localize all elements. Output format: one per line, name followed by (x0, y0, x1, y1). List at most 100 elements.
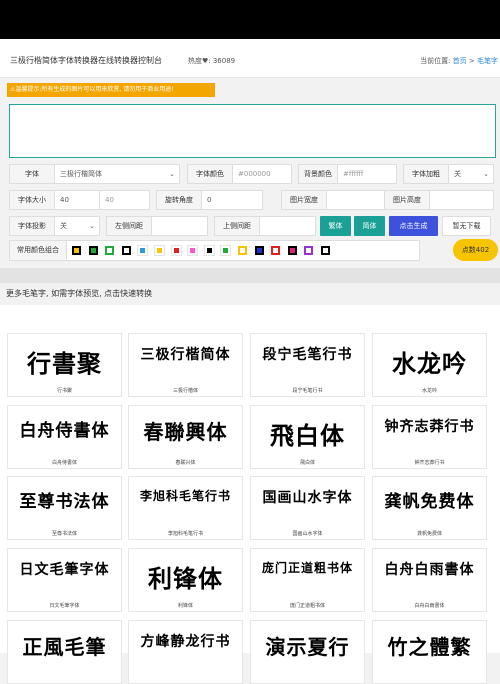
font-card[interactable]: 至尊书法体 至尊书法体 (7, 476, 122, 540)
font-card[interactable]: 日文毛筆字体 日文毛筆字体 (7, 548, 122, 612)
breadcrumb-separator: > (466, 57, 477, 65)
font-name: 利锋体 (177, 603, 193, 609)
font-name: 飛白体 (299, 460, 315, 466)
font-card[interactable]: 竹之體繁 (372, 620, 487, 684)
color-combo-swatch[interactable] (238, 246, 247, 255)
color-combo-swatch[interactable] (171, 245, 182, 256)
font-card[interactable]: 水龙吟 水龙吟 (372, 333, 487, 397)
font-name: 行书聚 (56, 388, 72, 394)
color-combo-swatch[interactable] (321, 246, 330, 255)
rotate-label: 旋转角度 (156, 190, 202, 210)
font-shadow-select[interactable]: 关 ⌄ (54, 216, 100, 236)
font-card[interactable]: 春聯興体 春联兴体 (128, 405, 243, 469)
warning-notice: ⚠温馨提示:所有生成的图片可以用来欣赏, 请勿用于商业用途! (7, 83, 215, 97)
color-combo-label: 常用颜色组合 (9, 240, 67, 261)
bg-color-label: 背景颜色 (298, 164, 338, 184)
chevron-down-icon: ⌄ (169, 170, 175, 178)
font-name: 春联兴体 (175, 460, 196, 466)
font-preview: 演示夏行 (265, 635, 350, 659)
color-combo-swatch[interactable] (288, 246, 297, 255)
color-combo-swatch[interactable] (72, 246, 81, 255)
font-card[interactable]: 龚帆免费体 龚帆免费体 (372, 476, 487, 540)
color-combo-swatch[interactable] (204, 245, 215, 256)
text-input-area[interactable] (9, 104, 496, 158)
color-combo-swatch[interactable] (187, 245, 198, 256)
breadcrumb-label: 当前位置: (420, 57, 453, 65)
font-card[interactable]: 白舟白雨書体 白舟白雨書体 (372, 548, 487, 612)
color-combo-swatch[interactable] (89, 246, 98, 255)
breadcrumb-home-link[interactable]: 首页 (453, 57, 467, 65)
font-name: 段宁毛笔行书 (292, 388, 323, 394)
font-preview: 龚帆免费体 (384, 492, 475, 512)
color-combo-swatch[interactable] (105, 246, 114, 255)
font-card[interactable]: 钟齐志莽行书 钟齐志莽行书 (372, 405, 487, 469)
color-combo-swatch[interactable] (154, 245, 165, 256)
font-preview: 庞门正道粗书体 (261, 561, 353, 575)
font-name: 至尊书法体 (51, 531, 77, 537)
top-spacing-input[interactable] (259, 216, 316, 236)
download-button[interactable]: 暂无下载 (442, 216, 491, 236)
more-fonts-heading: 更多毛笔字, 如需字体预览, 点击快速转换 (6, 289, 153, 298)
font-name: 日文毛筆字体 (49, 603, 80, 609)
points-button[interactable]: 点数402 (453, 239, 498, 261)
breadcrumb: 当前位置: 首页 > 毛笔字 (420, 56, 498, 66)
font-card[interactable]: 行書聚 行书聚 (7, 333, 122, 397)
font-shadow-label: 字体投影 (9, 216, 55, 236)
font-preview: 至尊书法体 (19, 492, 110, 512)
font-select[interactable]: 三极行楷简体 ⌄ (54, 164, 180, 184)
top-black-bar (0, 0, 500, 39)
color-combo-swatch[interactable] (304, 246, 313, 255)
font-label: 字体 (9, 164, 55, 184)
left-spacing-label: 左侧间距 (106, 216, 152, 236)
font-preview: 飛白体 (270, 421, 345, 450)
font-size-input[interactable]: 40 (54, 190, 100, 210)
color-combo-swatch[interactable] (271, 246, 280, 255)
font-card[interactable]: 演示夏行 (250, 620, 365, 684)
font-name: 钟齐志莽行书 (414, 460, 445, 466)
color-combo-swatch[interactable] (122, 246, 131, 255)
font-preview: 正風毛筆 (22, 635, 107, 659)
traditional-button[interactable]: 繁体 (320, 216, 351, 236)
font-color-input[interactable]: #000000 (232, 164, 292, 184)
font-preview: 三极行楷简体 (140, 347, 231, 363)
left-spacing-input[interactable] (151, 216, 208, 236)
color-combo-swatch[interactable] (137, 245, 148, 256)
font-name: 白舟白雨書体 (414, 603, 445, 609)
font-preview: 春聯興体 (143, 420, 228, 444)
color-combo-swatch[interactable] (220, 245, 231, 256)
bg-color-input[interactable]: #ffffff (337, 164, 397, 184)
font-card[interactable]: 正風毛筆 (7, 620, 122, 684)
font-card[interactable]: 庞门正道粗书体 庞门正道粗书体 (250, 548, 365, 612)
font-name: 庞门正道粗书体 (289, 603, 325, 609)
font-card[interactable]: 利锋体 利锋体 (128, 548, 243, 612)
font-card[interactable]: 三极行楷简体 三极行楷体 (128, 333, 243, 397)
font-card[interactable]: 李旭科毛笔行书 李旭科毛笔行书 (128, 476, 243, 540)
font-preview: 利锋体 (148, 564, 223, 593)
font-card[interactable]: 段宁毛笔行书 段宁毛笔行书 (250, 333, 365, 397)
font-bold-select[interactable]: 关 ⌄ (448, 164, 494, 184)
image-width-input[interactable] (326, 190, 385, 210)
page-title: 三极行楷简体字体转换器在线转换器控制台 (10, 56, 162, 65)
font-preview: 李旭科毛笔行书 (139, 489, 231, 503)
font-name: 龚帆免费体 (416, 531, 442, 537)
font-size-label: 字体大小 (9, 190, 55, 210)
generate-button[interactable]: 点击生成 (389, 216, 438, 236)
font-size-input-secondary[interactable]: 40 (99, 190, 150, 210)
section-separator (0, 268, 500, 283)
font-name: 国画山水字体 (292, 531, 323, 537)
rotate-input[interactable]: 0 (201, 190, 263, 210)
color-combo-swatch[interactable] (255, 246, 264, 255)
simplified-button[interactable]: 简体 (354, 216, 385, 236)
font-color-label: 字体颜色 (187, 164, 233, 184)
font-preview: 日文毛筆字体 (19, 562, 110, 578)
font-card[interactable]: 国画山水字体 国画山水字体 (250, 476, 365, 540)
font-card[interactable]: 白舟侍書体 白舟侍書体 (7, 405, 122, 469)
font-card[interactable]: 方峰静龙行书 (128, 620, 243, 684)
font-preview: 白舟白雨書体 (384, 562, 475, 578)
font-preview: 钟齐志莽行书 (384, 419, 475, 435)
image-width-label: 图片宽度 (281, 190, 327, 210)
font-name: 李旭科毛笔行书 (167, 531, 203, 537)
font-card[interactable]: 飛白体 飛白体 (250, 405, 365, 469)
breadcrumb-current-link[interactable]: 毛笔字 (477, 57, 498, 65)
image-height-input[interactable] (429, 190, 494, 210)
